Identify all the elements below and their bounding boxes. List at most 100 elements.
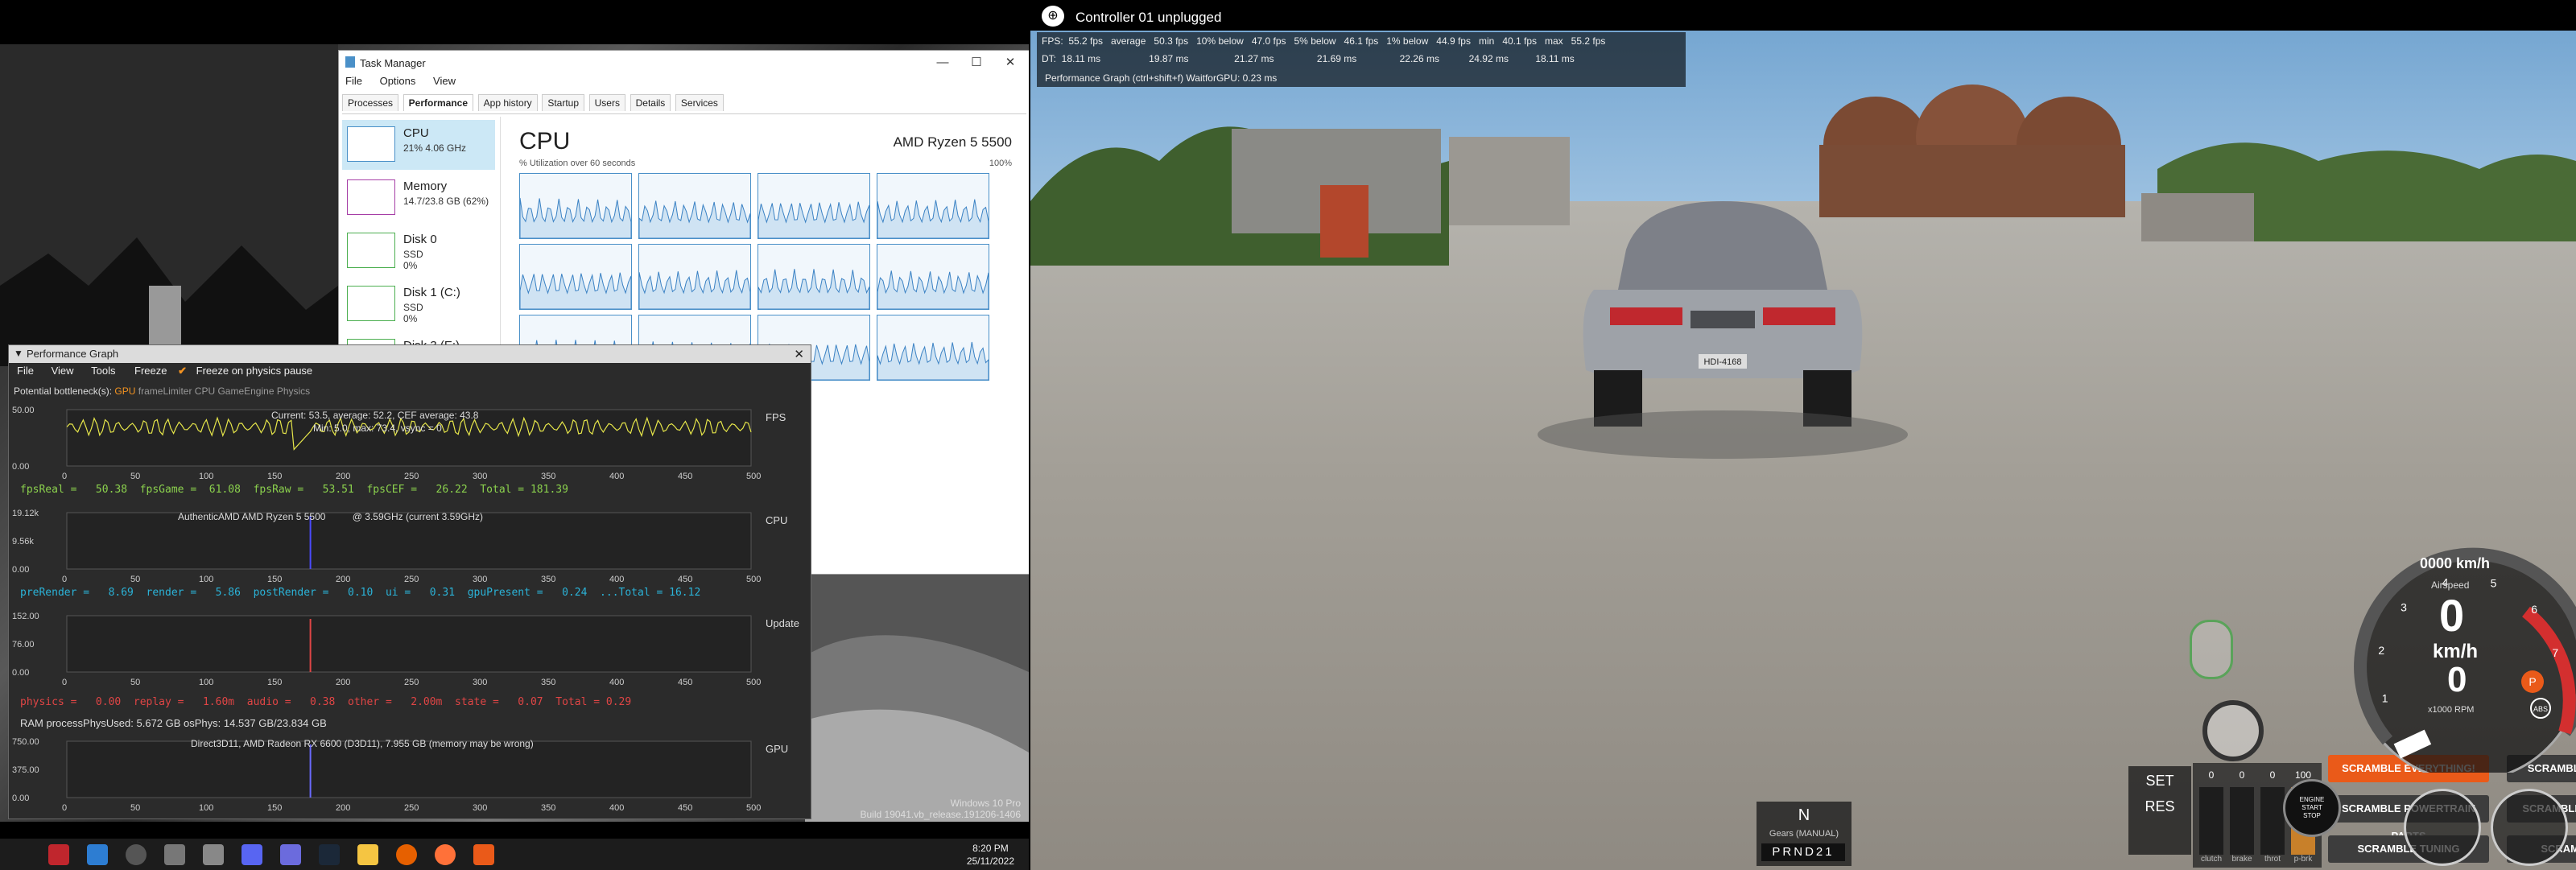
x-tick-label: 350	[541, 803, 555, 813]
freeze-physics-toggle[interactable]: Freeze on physics pause	[196, 365, 313, 377]
x-tick-label: 450	[678, 803, 692, 813]
brake-label: brake	[2231, 855, 2252, 864]
cpu-core-graph	[758, 173, 870, 239]
tab-details[interactable]: Details	[630, 94, 671, 111]
sidebar-item-usage: 0%	[403, 260, 418, 271]
sidebar-item-cpu[interactable]: CPU 21% 4.06 GHz	[342, 120, 495, 170]
fps-graph-label: FPS	[766, 411, 786, 423]
x-tick-label: 200	[336, 678, 350, 687]
freeze-toggle[interactable]: Freeze	[134, 365, 167, 377]
firefox-icon[interactable]	[396, 844, 417, 865]
cpu-graph-label: CPU	[766, 514, 788, 526]
frametime-row: DT: 18.11 ms 19.87 ms 21.27 ms 21.69 ms …	[1042, 53, 1575, 64]
close-button[interactable]: ✕	[994, 54, 1026, 72]
x-tick-label: 400	[609, 803, 624, 813]
settings-icon[interactable]	[164, 844, 185, 865]
menu-file[interactable]: File	[345, 75, 362, 87]
clutch-value: 0	[2208, 769, 2215, 781]
beamng-icon[interactable]	[473, 844, 494, 865]
y-tick-label: 0.00	[12, 565, 29, 575]
checkmark-icon[interactable]: ✔	[178, 365, 187, 377]
x-tick-label: 150	[267, 803, 282, 813]
discord-icon[interactable]	[242, 844, 262, 865]
bottleneck-others: frameLimiter CPU GameEngine Physics	[138, 386, 311, 397]
x-tick-label: 450	[678, 575, 692, 584]
license-plate: HDI-4168	[1703, 357, 1741, 367]
taskbar-clock[interactable]: 8:20 PM 25/11/2022	[967, 842, 1014, 868]
powertrain-icon[interactable]	[2190, 620, 2233, 679]
game-viewport[interactable]: HDI-4168 ⊕ Controller 01 unplugged FPS: …	[1030, 0, 2576, 870]
rpm-value: 0	[2447, 660, 2467, 699]
update-stats: physics = 0.00 replay = 1.60m audio = 0.…	[20, 696, 632, 708]
tab-performance[interactable]: Performance	[402, 94, 474, 111]
disk-thumbnail-graph	[347, 286, 395, 321]
sidebar-item-disk-1[interactable]: Disk 1 (C:) SSD 0%	[342, 279, 495, 329]
cpu-stats: preRender = 8.69 render = 5.86 postRende…	[20, 587, 701, 599]
sidebar-item-label: Memory	[403, 179, 448, 193]
obs-icon[interactable]	[126, 844, 147, 865]
menu-file[interactable]: File	[17, 365, 34, 377]
cpu-model-name: AMD Ryzen 5 5500	[893, 134, 1012, 150]
file-explorer-icon[interactable]	[87, 844, 108, 865]
app-icon[interactable]	[280, 844, 301, 865]
update-graph-panel: 152.00 76.00 0.00 0 50 100 150 200 250 300 350 400 4…	[9, 606, 811, 711]
cruise-set-button[interactable]: SET	[2128, 773, 2191, 790]
cpu-core-graph	[519, 173, 632, 239]
y-tick-label: 0.00	[12, 794, 29, 803]
y-tick-label: 375.00	[12, 765, 39, 775]
sidebar-item-disk-0[interactable]: Disk 0 SSD 0%	[342, 226, 495, 276]
performance-graph-titlebar[interactable]: ▼ Performance Graph ✕	[9, 345, 811, 363]
tab-processes[interactable]: Processes	[342, 94, 399, 111]
game-top-bar	[1030, 0, 2576, 31]
menu-view[interactable]: View	[52, 365, 74, 377]
sidebar-item-detail: SSD	[403, 302, 423, 313]
task-manager-taskbar-icon[interactable]	[203, 844, 224, 865]
x-tick-label: 200	[336, 575, 350, 584]
x-tick-label: 0	[62, 803, 67, 813]
x-tick-label: 450	[678, 472, 692, 481]
sidebar-item-memory[interactable]: Memory 14.7/23.8 GB (62%)	[342, 173, 495, 223]
performance-graph-window[interactable]: ▼ Performance Graph ✕ File View Tools Fr…	[8, 344, 811, 819]
folder-icon[interactable]	[357, 844, 378, 865]
tab-services[interactable]: Services	[675, 94, 724, 111]
x-tick-label: 250	[404, 803, 419, 813]
x-tick-label: 300	[473, 678, 487, 687]
menu-options[interactable]: Options	[380, 75, 416, 87]
menu-tools[interactable]: Tools	[91, 365, 115, 377]
close-icon[interactable]: ✕	[794, 347, 804, 361]
amd-software-icon[interactable]	[48, 844, 69, 865]
tab-app-history[interactable]: App history	[477, 94, 538, 111]
abs-icon: ABS	[2533, 705, 2548, 713]
clock-date: 25/11/2022	[966, 856, 1014, 867]
collapse-arrow-icon[interactable]: ▼	[14, 348, 23, 359]
sidebar-item-detail: SSD	[403, 249, 423, 260]
rpm-tick-label: 5	[2491, 577, 2497, 590]
clutch-pedal	[2199, 787, 2223, 855]
task-manager-titlebar[interactable]: Task Manager — ☐ ✕	[339, 51, 1029, 75]
cpu-core-graph	[877, 244, 989, 310]
x-tick-label: 100	[199, 803, 213, 813]
fps-graph-panel: 50.00 0.00 0 50 100 150 200 250 300 350 400 450 500 …	[9, 400, 811, 497]
cpu-heading: CPU	[519, 128, 571, 155]
x-tick-label: 0	[62, 678, 67, 687]
x-tick-label: 350	[541, 678, 555, 687]
engine-start-stop-button[interactable]: ENGINE START STOP	[2283, 779, 2341, 837]
steering-wheel-icon[interactable]	[2202, 700, 2264, 761]
maximize-button[interactable]: ☐	[960, 54, 993, 72]
cruise-resume-button[interactable]: RES	[2128, 798, 2191, 815]
update-graph: 152.00 76.00 0.00 0 50 100 150 200 250 300 350 400 4…	[12, 612, 761, 687]
y-tick-label: 0.00	[12, 668, 29, 678]
menu-view[interactable]: View	[433, 75, 456, 87]
minimize-button[interactable]: —	[927, 54, 959, 72]
tab-startup[interactable]: Startup	[542, 94, 585, 111]
speed-readout: 0000 km/h	[2420, 555, 2491, 571]
y-tick-label: 76.00	[12, 640, 35, 649]
steam-icon[interactable]	[319, 844, 340, 865]
cpu-graph-panel: 19.12k 9.56k 0.00 0 50 100 150 200 250 300 350 400 4…	[9, 503, 811, 600]
cpu-core-graph	[877, 315, 989, 381]
browser-icon[interactable]	[435, 844, 456, 865]
x-tick-label: 150	[267, 678, 282, 687]
tab-users[interactable]: Users	[588, 94, 625, 111]
bottleneck-label: Potential bottleneck(s):	[14, 386, 113, 397]
sidebar-item-detail: 21% 4.06 GHz	[403, 142, 467, 154]
